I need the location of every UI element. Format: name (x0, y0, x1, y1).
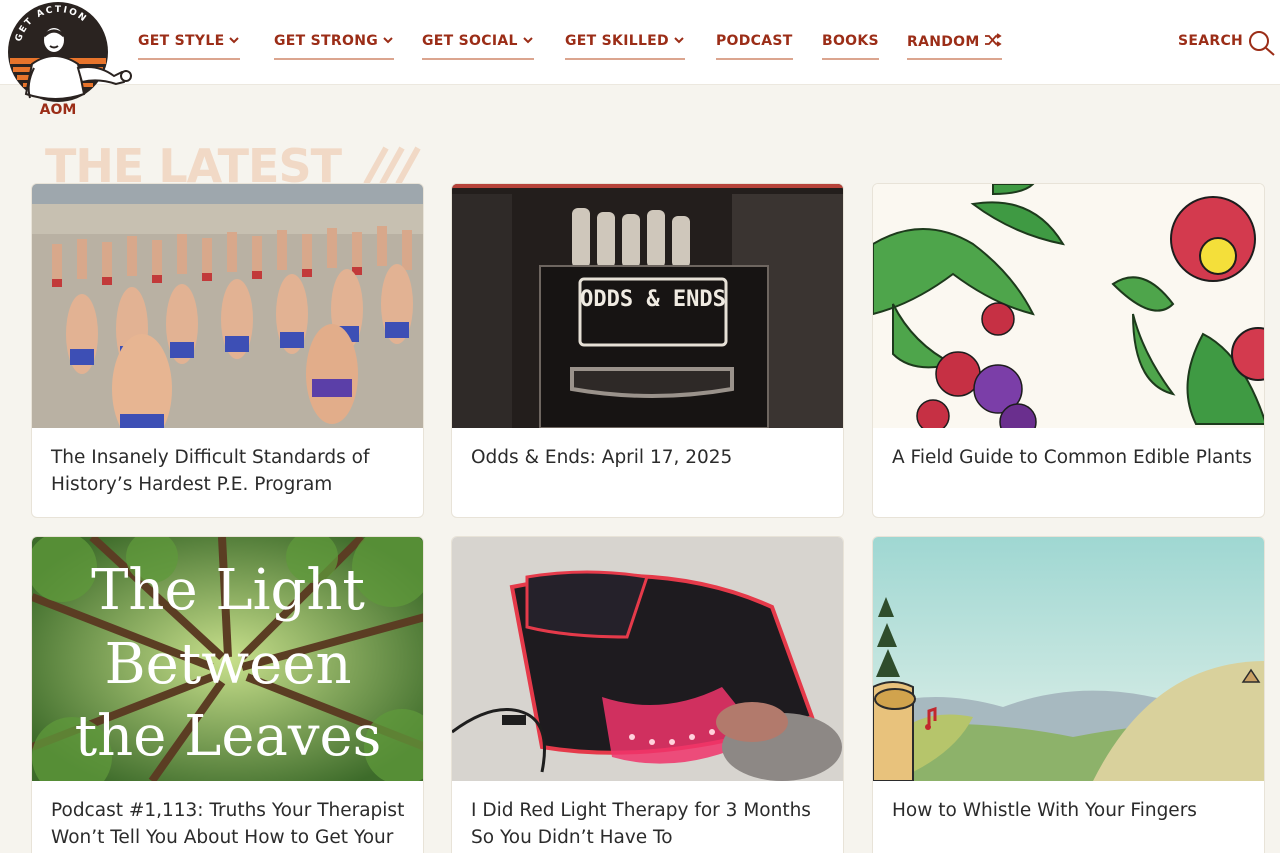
article-card[interactable]: I Did Red Light Therapy for 3 Months So … (451, 536, 844, 853)
article-title[interactable]: Podcast #1,113: Truths Your Therapist Wo… (51, 797, 411, 851)
nav-label: GET STYLE (138, 33, 225, 49)
nav-label: PODCAST (716, 33, 793, 49)
nav-label: GET SOCIAL (422, 33, 518, 49)
section-heading: THE LATEST (45, 139, 342, 193)
odds-ends-label: ODDS & ENDS (580, 287, 726, 312)
podcast-image-line-3: the Leaves (75, 704, 382, 769)
podcast-image-line-1: The Light (91, 558, 365, 623)
nav-item-books[interactable]: BOOKS (822, 30, 879, 60)
article-card[interactable]: A Field Guide to Common Edible Plants (872, 183, 1265, 518)
aom-logo[interactable]: AOM GET ACTION (4, 2, 134, 118)
article-title[interactable]: A Field Guide to Common Edible Plants (892, 444, 1252, 471)
chevron-down-icon (229, 37, 240, 44)
article-thumbnail: ODDS & ENDS (452, 184, 843, 428)
nav-item-get-social[interactable]: GET SOCIAL (422, 30, 534, 60)
article-thumbnail (873, 184, 1264, 428)
nav-item-podcast[interactable]: PODCAST (716, 30, 793, 60)
nav-label: BOOKS (822, 33, 879, 49)
nav-label: RANDOM (907, 34, 980, 50)
search-icon (1249, 31, 1275, 56)
article-thumbnail (452, 537, 843, 781)
article-thumbnail (32, 184, 423, 428)
article-title[interactable]: I Did Red Light Therapy for 3 Months So … (471, 797, 831, 851)
article-title[interactable]: The Insanely Difficult Standards of Hist… (51, 444, 411, 498)
shuffle-icon (984, 33, 1002, 47)
article-title[interactable]: Odds & Ends: April 17, 2025 (471, 444, 831, 471)
podcast-image-line-2: Between (104, 632, 351, 697)
nav-item-get-style[interactable]: GET STYLE (138, 30, 241, 60)
search-button[interactable]: SEARCH (1178, 30, 1275, 56)
logo-badge-text: AOM (40, 102, 77, 118)
chevron-down-icon (522, 37, 533, 44)
nav-item-random[interactable]: RANDOM (907, 30, 1002, 60)
nav-item-get-strong[interactable]: GET STRONG (274, 30, 395, 60)
article-card[interactable]: The Light Between the Leaves Podcast #1,… (31, 536, 424, 853)
article-thumbnail (873, 537, 1264, 781)
article-card[interactable]: The Insanely Difficult Standards of Hist… (31, 183, 424, 518)
article-title[interactable]: How to Whistle With Your Fingers (892, 797, 1252, 824)
nav-item-get-skilled[interactable]: GET SKILLED (565, 30, 685, 60)
nav-label: GET STRONG (274, 33, 379, 49)
article-card[interactable]: ODDS & ENDS Odds & Ends: April 17, 2025 (451, 183, 844, 518)
chevron-down-icon (674, 37, 684, 44)
article-thumbnail: The Light Between the Leaves (32, 537, 423, 781)
heading-slashes-decoration (363, 146, 421, 184)
nav-label: GET SKILLED (565, 33, 669, 49)
search-label: SEARCH (1178, 33, 1244, 49)
article-card[interactable]: How to Whistle With Your Fingers (872, 536, 1265, 853)
chevron-down-icon (383, 37, 393, 44)
